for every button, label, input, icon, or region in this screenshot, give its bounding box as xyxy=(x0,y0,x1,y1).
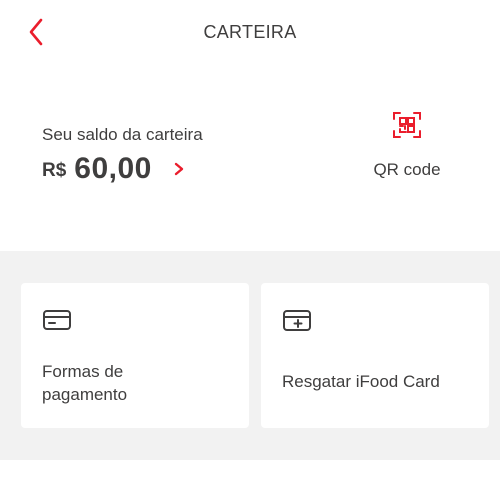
qr-code-label: QR code xyxy=(373,160,441,179)
payment-methods-label-line2: pagamento xyxy=(42,385,128,404)
currency-symbol: R$ xyxy=(42,159,67,181)
bottom-section xyxy=(0,460,500,481)
balance-button[interactable]: R$ 60,00 xyxy=(42,152,184,186)
redeem-ifood-card-card[interactable]: Resgatar iFood Card xyxy=(261,283,489,428)
qr-code-icon xyxy=(393,112,421,138)
payment-methods-card[interactable]: Formas de pagamento xyxy=(21,283,249,428)
app-header: CARTEIRA xyxy=(0,0,500,64)
page-title: CARTEIRA xyxy=(203,22,297,42)
gift-card-add-icon xyxy=(282,309,312,338)
payment-methods-label-line1: Formas de xyxy=(42,362,124,381)
chevron-right-icon xyxy=(174,162,184,176)
redeem-ifood-card-label: Resgatar iFood Card xyxy=(282,372,440,391)
balance-amount: 60,00 xyxy=(74,152,152,185)
balance-label: Seu saldo da carteira xyxy=(42,125,203,144)
actions-section: Formas de pagamento Resgatar iFood Card xyxy=(0,251,500,481)
wallet-balance-section: Seu saldo da carteira R$ 60,00 QR code xyxy=(0,64,500,251)
qr-code-button[interactable]: QR code xyxy=(355,110,459,192)
payment-methods-label: Formas de pagamento xyxy=(42,360,222,406)
credit-card-icon xyxy=(42,309,72,336)
